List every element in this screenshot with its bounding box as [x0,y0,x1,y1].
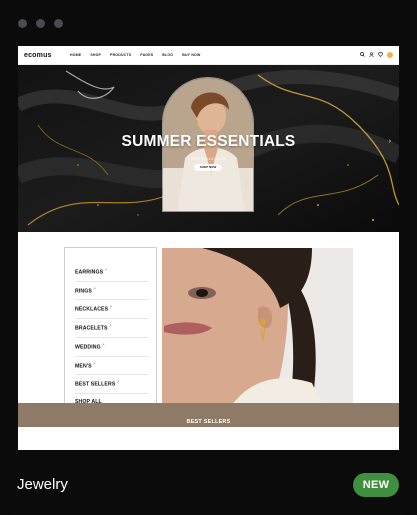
hero-shop-button[interactable]: SHOP NOW [194,164,222,171]
template-title: Jewelry [17,476,68,493]
category-mens[interactable]: MEN'S↗ [75,357,149,376]
best-sellers-banner[interactable]: BEST SELLERS [18,403,399,427]
window-dot [54,19,63,28]
nav-blog[interactable]: BLOG [162,53,173,57]
user-icon[interactable] [369,51,374,59]
category-section: EARRINGS↗ RINGS↗ NECKLACES↗ BRACELETS↗ W… [18,232,399,427]
site-logo[interactable]: ecomus [24,52,68,59]
template-card[interactable]: ecomus HOME SHOP PRODUCTS PAGES BLOG BUY… [0,0,417,515]
arrow-icon: ↗ [92,361,96,366]
hero-title: SUMMER ESSENTIALS [121,133,296,150]
arrow-icon: ↗ [104,268,108,272]
nav-pages[interactable]: PAGES [140,53,153,57]
arrow-icon: ↗ [101,342,105,347]
arrow-icon: ↗ [116,380,120,385]
heart-icon[interactable] [378,51,383,59]
window-dot [18,19,27,28]
window-dot [36,19,45,28]
nav-shop[interactable]: SHOP [90,53,101,57]
category-model-image [162,248,353,405]
nav-products[interactable]: PRODUCTS [110,53,131,57]
category-wedding[interactable]: WEDDING↗ [75,338,149,357]
category-necklaces[interactable]: NECKLACES↗ [75,300,149,320]
arrow-icon: ↗ [92,286,96,291]
best-sellers-label: BEST SELLERS [186,419,231,425]
category-rings[interactable]: RINGS↗ [75,282,149,301]
header-icons [360,51,393,59]
arrow-icon: ↗ [109,305,113,310]
main-nav: HOME SHOP PRODUCTS PAGES BLOG BUY NOW [70,53,200,57]
website-preview[interactable]: ecomus HOME SHOP PRODUCTS PAGES BLOG BUY… [18,46,399,450]
category-list: EARRINGS↗ RINGS↗ NECKLACES↗ BRACELETS↗ W… [75,263,149,410]
category-bracelets[interactable]: BRACELETS↗ [75,319,149,338]
hero-next-arrow-icon[interactable]: › [389,138,391,145]
category-menu: EARRINGS↗ RINGS↗ NECKLACES↗ BRACELETS↗ W… [64,247,157,405]
cart-icon[interactable] [387,52,393,58]
search-icon[interactable] [360,51,365,59]
hero-subtitle: NEW COLLECTION [190,157,227,161]
hero-banner: SUMMER ESSENTIALS NEW COLLECTION SHOP NO… [18,65,399,232]
category-earrings[interactable]: EARRINGS↗ [75,263,149,282]
arrow-icon: ↗ [108,324,112,329]
window-controls [18,19,63,28]
category-best-sellers[interactable]: BEST SELLERS↗ [75,375,149,395]
site-header: ecomus HOME SHOP PRODUCTS PAGES BLOG BUY… [18,46,399,65]
nav-buy-now[interactable]: BUY NOW [182,53,200,57]
new-badge: NEW [353,473,399,497]
nav-home[interactable]: HOME [70,53,81,57]
